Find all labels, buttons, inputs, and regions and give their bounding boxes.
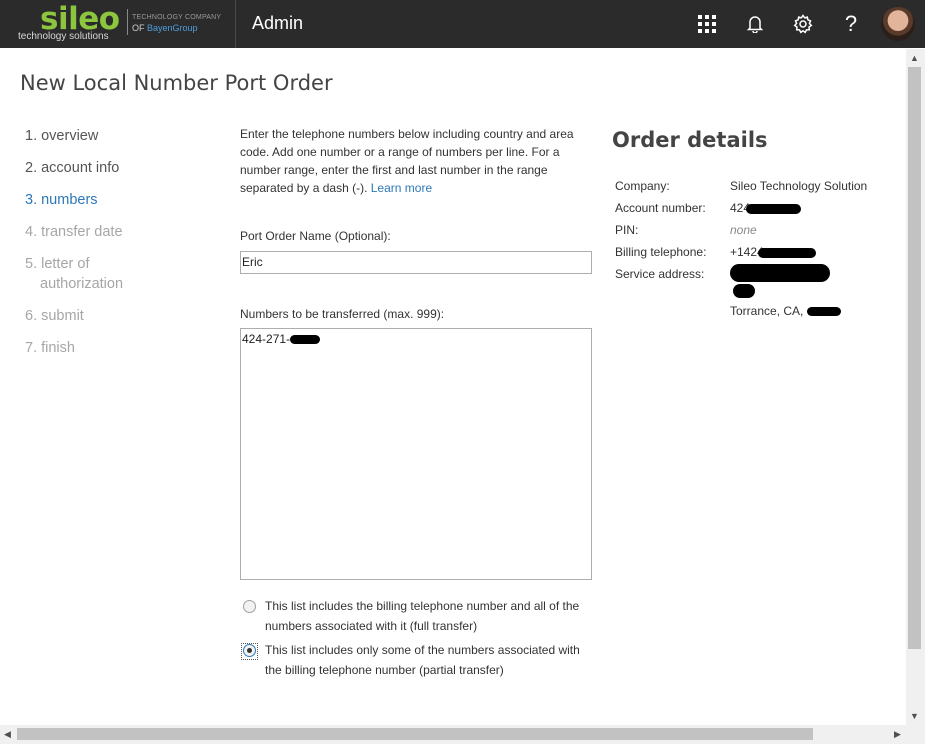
port-order-name-label: Port Order Name (Optional): <box>240 229 391 243</box>
gear-icon[interactable] <box>779 0 827 48</box>
scrollbar-corner <box>906 725 925 744</box>
account-number-label: Account number: <box>615 201 706 215</box>
app-title: Admin <box>252 13 304 33</box>
step-transfer-date: 4. transfer date <box>25 224 123 240</box>
scroll-left-arrow-icon[interactable]: ◀ <box>4 729 11 740</box>
radio-full-transfer-circle[interactable] <box>243 600 256 613</box>
service-address-city: Torrance, CA, <box>730 304 841 318</box>
company-label: Company: <box>615 179 670 193</box>
top-bar: sileo technology solutions TECHNOLOGY CO… <box>0 0 925 48</box>
account-number-value: 424 <box>730 201 802 215</box>
horizontal-scroll-thumb[interactable] <box>17 728 813 740</box>
port-order-name-input[interactable]: Eric <box>240 251 592 274</box>
step-numbers[interactable]: 3. numbers <box>25 190 175 210</box>
company-value: Sileo Technology Solution <box>730 179 868 193</box>
redaction-mark <box>290 335 321 345</box>
pin-label: PIN: <box>615 223 639 237</box>
learn-more-link[interactable]: Learn more <box>371 181 432 195</box>
scroll-right-arrow-icon[interactable]: ▶ <box>894 729 901 740</box>
vertical-scroll-thumb[interactable] <box>908 67 921 649</box>
logo-tagline: TECHNOLOGY COMPANY <box>132 14 222 21</box>
bell-icon[interactable] <box>731 0 779 48</box>
logo-subtitle: technology solutions <box>18 31 109 42</box>
logo-parent-brand: OF BayenGroup <box>132 23 198 33</box>
scroll-down-arrow-icon[interactable]: ▼ <box>910 711 919 721</box>
radio-partial-transfer-circle[interactable] <box>241 643 258 660</box>
radio-partial-transfer[interactable]: This list includes only some of the numb… <box>241 643 593 680</box>
numbers-value: 424-271- <box>242 332 291 346</box>
radio-full-transfer[interactable]: This list includes the billing telephone… <box>243 599 593 636</box>
app-launcher-icon[interactable] <box>683 0 731 48</box>
billing-telephone-value: +1424 <box>730 245 816 259</box>
redaction-mark <box>733 284 755 298</box>
page-title: New Local Number Port Order <box>20 71 333 95</box>
radio-full-transfer-label: This list includes the billing telephone… <box>265 599 580 633</box>
help-icon[interactable]: ? <box>827 0 875 48</box>
wizard-steps: 1. overview 2. account info 3. numbers 4… <box>25 126 175 370</box>
numbers-label: Numbers to be transferred (max. 999): <box>240 307 445 321</box>
numbers-textarea[interactable]: 424-271- <box>240 328 592 580</box>
pin-value: none <box>730 223 757 237</box>
step-overview[interactable]: 1. overview <box>25 126 175 146</box>
step-finish: 7. finish <box>25 340 75 356</box>
sileo-logo[interactable]: sileo technology solutions TECHNOLOGY CO… <box>0 0 236 48</box>
billing-telephone-label: Billing telephone: <box>615 245 707 259</box>
instructions-text: Enter the telephone numbers below includ… <box>240 127 574 195</box>
service-address-label: Service address: <box>615 267 705 281</box>
step-letter-of-authorization: 5. letter of authorization <box>25 256 124 292</box>
step-submit: 6. submit <box>25 308 84 324</box>
redaction-mark <box>730 264 830 282</box>
logo-divider <box>127 9 128 35</box>
step-account-info[interactable]: 2. account info <box>25 158 175 178</box>
scroll-up-arrow-icon[interactable]: ▲ <box>910 53 919 63</box>
radio-partial-transfer-label: This list includes only some of the numb… <box>265 643 580 677</box>
avatar[interactable] <box>881 7 915 41</box>
order-details-title: Order details <box>612 128 768 152</box>
